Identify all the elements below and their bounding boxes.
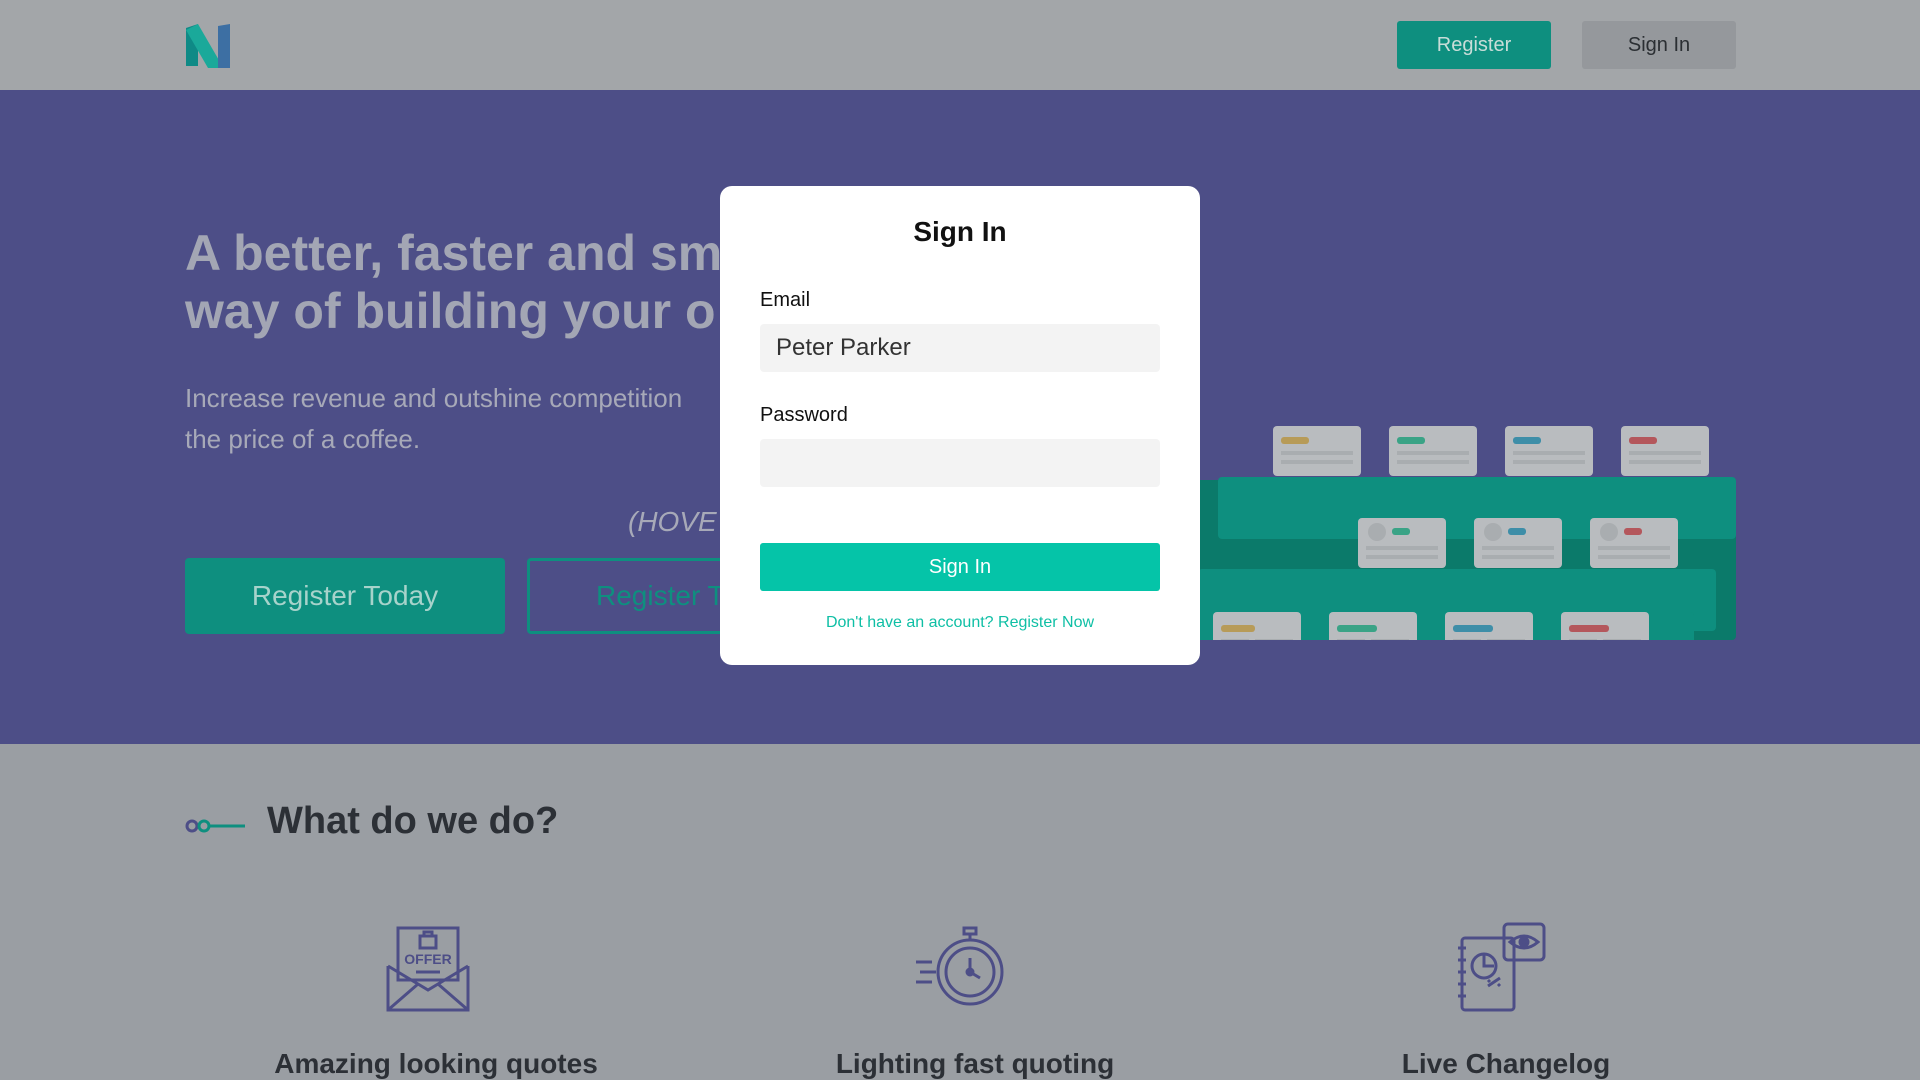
email-field[interactable] [760, 324, 1160, 372]
modal-title: Sign In [913, 216, 1007, 247]
brand-logo[interactable] [184, 22, 232, 70]
modal-signin-button[interactable]: Sign In [760, 543, 1160, 591]
section-bullet-icon [185, 819, 245, 833]
feature-title-quoting: Lighting fast quoting [835, 1048, 1115, 1079]
register-now-link[interactable]: Don't have an account? Register Now [720, 614, 1200, 632]
register-today-button[interactable]: Register Today [185, 558, 505, 634]
top-navbar: Register Sign In [0, 0, 1920, 90]
svg-text:OFFER: OFFER [404, 951, 451, 967]
password-field[interactable] [760, 439, 1160, 487]
hero-title-line2: way of building your o [185, 283, 716, 339]
changelog-eye-icon [1458, 922, 1546, 1012]
register-button[interactable]: Register [1397, 21, 1551, 69]
stopwatch-icon [916, 926, 1004, 1006]
section-title: What do we do? [267, 800, 559, 842]
hero-subtitle: Increase revenue and outshine competitio… [185, 378, 805, 460]
signin-modal: Sign In Email Password Sign In Don't hav… [720, 186, 1200, 665]
feature-title-quotes: Amazing looking quotes [274, 1048, 598, 1079]
email-label: Email [760, 289, 811, 311]
signin-button[interactable]: Sign In [1582, 21, 1736, 69]
hero-title-line1: A better, faster and sm [185, 225, 723, 281]
hero-subtitle-line2: the price of a coffee. [185, 424, 421, 454]
feature-title-changelog: Live Changelog [1401, 1048, 1611, 1079]
kanban-board-illustration [1190, 426, 1736, 640]
hover-hint: (HOVE [628, 506, 717, 537]
password-label: Password [760, 404, 848, 426]
offer-envelope-icon: OFFER [386, 926, 470, 1012]
hero-subtitle-line1: Increase revenue and outshine competitio… [185, 383, 683, 413]
